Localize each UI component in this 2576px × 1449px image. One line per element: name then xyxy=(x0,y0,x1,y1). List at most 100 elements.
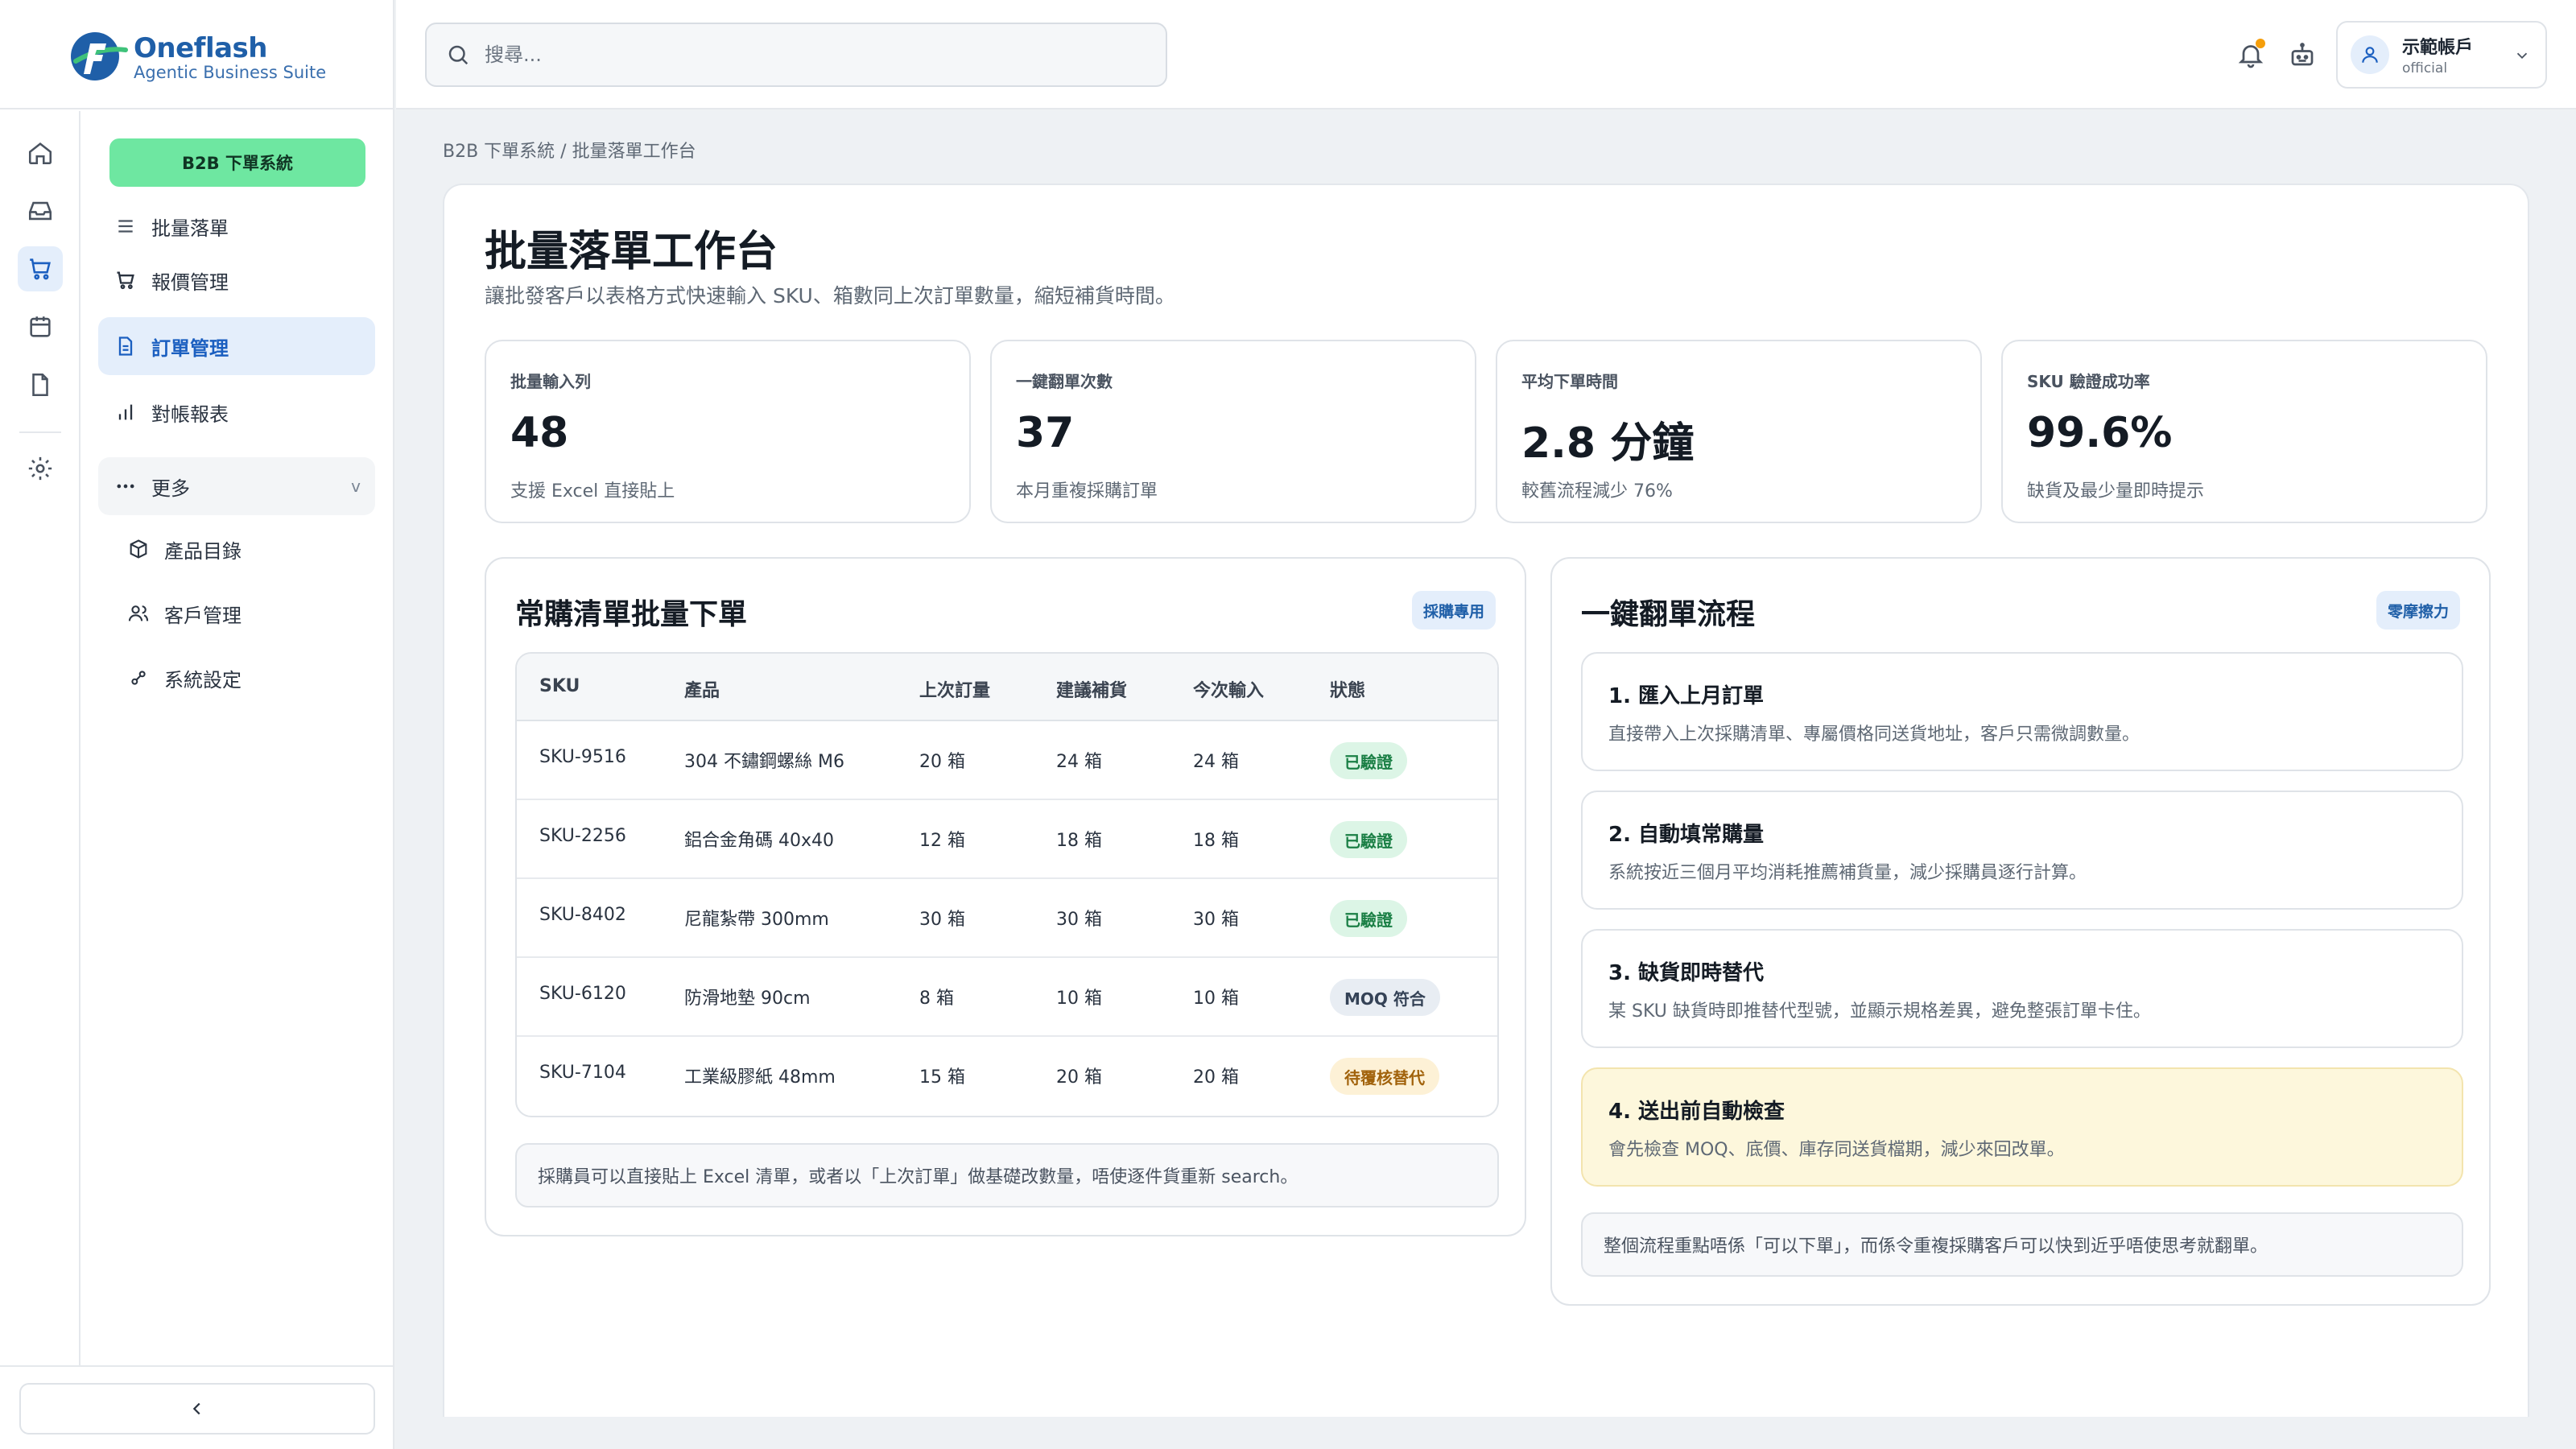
nav-item-label: 對帳報表 xyxy=(151,402,229,426)
nav-item-quotes[interactable]: 報價管理 xyxy=(98,251,375,309)
stat-label: 批量輸入列 xyxy=(510,372,591,391)
suggest-qty-cell: 18 箱 xyxy=(1056,831,1102,851)
stat-note: 缺貨及最少量即時提示 xyxy=(2027,481,2205,502)
stat-label: 平均下單時間 xyxy=(1521,372,1618,391)
brand-tagline: Agentic Business Suite xyxy=(134,63,327,82)
sku-cell: SKU-9516 xyxy=(539,747,626,767)
column-header[interactable]: SKU xyxy=(539,676,580,696)
user-icon xyxy=(2362,47,2378,63)
settings-icon[interactable] xyxy=(18,446,63,491)
input-qty-cell[interactable]: 18 箱 xyxy=(1193,826,1239,852)
more-dots-icon xyxy=(111,472,140,501)
nav-sub-item-settings[interactable]: 系統設定 xyxy=(98,649,375,707)
stat-card: 平均下單時間 2.8 分鐘 較舊流程減少 76% xyxy=(1496,340,1982,523)
menu-header[interactable]: 批量落單 xyxy=(98,203,375,250)
status-badge: 已驗證 xyxy=(1330,742,1407,779)
column-header[interactable]: 建議補貨 xyxy=(1056,676,1127,702)
stat-note: 較舊流程減少 76% xyxy=(1521,481,1673,502)
bulk-order-table: SKU 產品 上次訂量 建議補貨 今次輸入 狀態 SKU-9516 304 不鏽… xyxy=(515,652,1499,1117)
assistant-button[interactable] xyxy=(2283,35,2322,74)
suggest-qty-cell: 10 箱 xyxy=(1056,989,1102,1009)
table-row[interactable]: SKU-6120 防滑地墊 90cm 8 箱 10 箱 10 箱 MOQ 符合 xyxy=(517,958,1497,1037)
nav-item-label: 訂單管理 xyxy=(151,336,229,360)
file-icon[interactable] xyxy=(18,362,63,407)
column-header[interactable]: 產品 xyxy=(684,676,720,702)
page-title: 批量落單工作台 xyxy=(485,228,778,276)
flow-step[interactable]: 1. 匯入上月訂單 直接帶入上次採購清單、專屬價格同送貨地址，客戶只需微調數量。 xyxy=(1581,652,2463,771)
flow-step-highlighted[interactable]: 4. 送出前自動檢查 會先檢查 MOQ、底價、庫存同送貨檔期，減少來回改單。 xyxy=(1581,1067,2463,1187)
last-qty-cell: 12 箱 xyxy=(919,831,965,851)
stat-card: SKU 驗證成功率 99.6% 缺貨及最少量即時提示 xyxy=(2001,340,2487,523)
stat-note: 本月重複採購訂單 xyxy=(1016,481,1158,502)
notifications-button[interactable] xyxy=(2231,35,2270,74)
stat-card: 批量輸入列 48 支援 Excel 直接貼上 xyxy=(485,340,971,523)
step-title: 2. 自動填常購量 xyxy=(1608,823,1765,847)
table-row[interactable]: SKU-7104 工業級膠紙 48mm 15 箱 20 箱 20 箱 待覆核替代 xyxy=(517,1037,1497,1116)
sidebar: Oneflash Agentic Business Suite B2B 下單系統 xyxy=(0,0,394,1449)
column-header[interactable]: 今次輸入 xyxy=(1193,676,1264,702)
home-icon[interactable] xyxy=(18,130,63,175)
nav-more-label: 更多 xyxy=(151,477,190,500)
stat-card: 一鍵翻單次數 37 本月重複採購訂單 xyxy=(990,340,1476,523)
collapse-sidebar-button[interactable] xyxy=(19,1383,375,1435)
last-qty-cell: 15 箱 xyxy=(919,1067,965,1088)
reorder-flow-card: 一鍵翻單流程 零摩擦力 1. 匯入上月訂單 直接帶入上次採購清單、專屬價格同送貨… xyxy=(1550,557,2491,1306)
input-qty-cell[interactable]: 10 箱 xyxy=(1193,984,1239,1009)
bulk-order-card: 常購清單批量下單 採購專用 SKU 產品 上次訂量 建議補貨 今次輸入 狀態 S… xyxy=(485,557,1526,1236)
stat-value: 99.6% xyxy=(2027,409,2173,457)
notification-dot xyxy=(2256,39,2265,48)
account-menu[interactable]: 示範帳戶 official xyxy=(2336,21,2547,89)
table-row[interactable]: SKU-2256 鋁合金角碼 40x40 12 箱 18 箱 18 箱 已驗證 xyxy=(517,800,1497,879)
bar-chart-icon xyxy=(111,398,140,427)
stat-value: 2.8 分鐘 xyxy=(1521,419,1695,468)
sku-cell: SKU-2256 xyxy=(539,826,626,846)
search-box[interactable] xyxy=(425,23,1167,87)
nav-sub-item-customers[interactable]: 客戶管理 xyxy=(98,584,375,642)
column-header[interactable]: 狀態 xyxy=(1330,676,1365,702)
robot-icon xyxy=(2291,43,2314,66)
sku-cell: SKU-6120 xyxy=(539,984,626,1004)
nav-item-orders[interactable]: 訂單管理 xyxy=(98,317,375,375)
input-qty-cell[interactable]: 24 箱 xyxy=(1193,747,1239,773)
suggest-qty-cell: 20 箱 xyxy=(1056,1067,1102,1088)
cart-icon[interactable] xyxy=(18,246,63,291)
flow-step[interactable]: 3. 缺貨即時替代 某 SKU 缺貨時即推替代型號，並顯示規格差異，避免整張訂單… xyxy=(1581,929,2463,1048)
box-icon xyxy=(124,535,153,564)
stat-value: 48 xyxy=(510,409,569,457)
product-cell: 防滑地墊 90cm xyxy=(684,989,811,1009)
table-row[interactable]: SKU-8402 尼龍紮帶 300mm 30 箱 30 箱 30 箱 已驗證 xyxy=(517,879,1497,958)
input-qty-cell[interactable]: 30 箱 xyxy=(1193,905,1239,931)
page-subtitle: 讓批發客戶以表格方式快速輸入 SKU、箱數同上次訂單數量，縮短補貨時間。 xyxy=(485,284,1175,308)
last-qty-cell: 30 箱 xyxy=(919,910,965,930)
account-name: 示範帳戶 xyxy=(2402,38,2474,58)
search-input[interactable] xyxy=(485,43,1145,66)
step-title: 4. 送出前自動檢查 xyxy=(1608,1100,1785,1124)
nav-sub-item-catalog[interactable]: 產品目錄 xyxy=(98,520,375,578)
account-sub: official xyxy=(2402,60,2448,76)
nav-more-toggle[interactable]: 更多 v xyxy=(98,457,375,515)
table-header: SKU 產品 上次訂量 建議補貨 今次輸入 狀態 xyxy=(517,654,1497,721)
chevron-left-icon xyxy=(192,1402,200,1415)
nav-sub-item-label: 系統設定 xyxy=(164,668,242,691)
calendar-icon[interactable] xyxy=(18,304,63,349)
stat-label: SKU 驗證成功率 xyxy=(2027,372,2150,391)
module-chip[interactable]: B2B 下單系統 xyxy=(109,138,365,187)
suggest-qty-cell: 24 箱 xyxy=(1056,752,1102,772)
status-badge: MOQ 符合 xyxy=(1330,979,1440,1016)
sku-cell: SKU-8402 xyxy=(539,905,626,925)
flow-step[interactable]: 2. 自動填常購量 系統按近三個月平均消耗推薦補貨量，減少採購員逐行計算。 xyxy=(1581,791,2463,910)
nav-item-reports[interactable]: 對帳報表 xyxy=(98,383,375,441)
input-qty-cell[interactable]: 20 箱 xyxy=(1193,1063,1239,1088)
rail-divider xyxy=(19,431,61,433)
last-qty-cell: 8 箱 xyxy=(919,989,954,1009)
stat-value: 37 xyxy=(1016,409,1075,457)
inbox-icon[interactable] xyxy=(18,188,63,233)
stat-label: 一鍵翻單次數 xyxy=(1016,372,1113,391)
nav-sub-item-label: 客戶管理 xyxy=(164,604,242,627)
step-title: 1. 匯入上月訂單 xyxy=(1608,684,1765,708)
column-header[interactable]: 上次訂量 xyxy=(919,676,990,702)
stat-note: 支援 Excel 直接貼上 xyxy=(510,481,675,502)
chevron-down-icon: v xyxy=(351,477,361,496)
icon-rail xyxy=(0,111,80,1367)
table-row[interactable]: SKU-9516 304 不鏽鋼螺絲 M6 20 箱 24 箱 24 箱 已驗證 xyxy=(517,721,1497,800)
